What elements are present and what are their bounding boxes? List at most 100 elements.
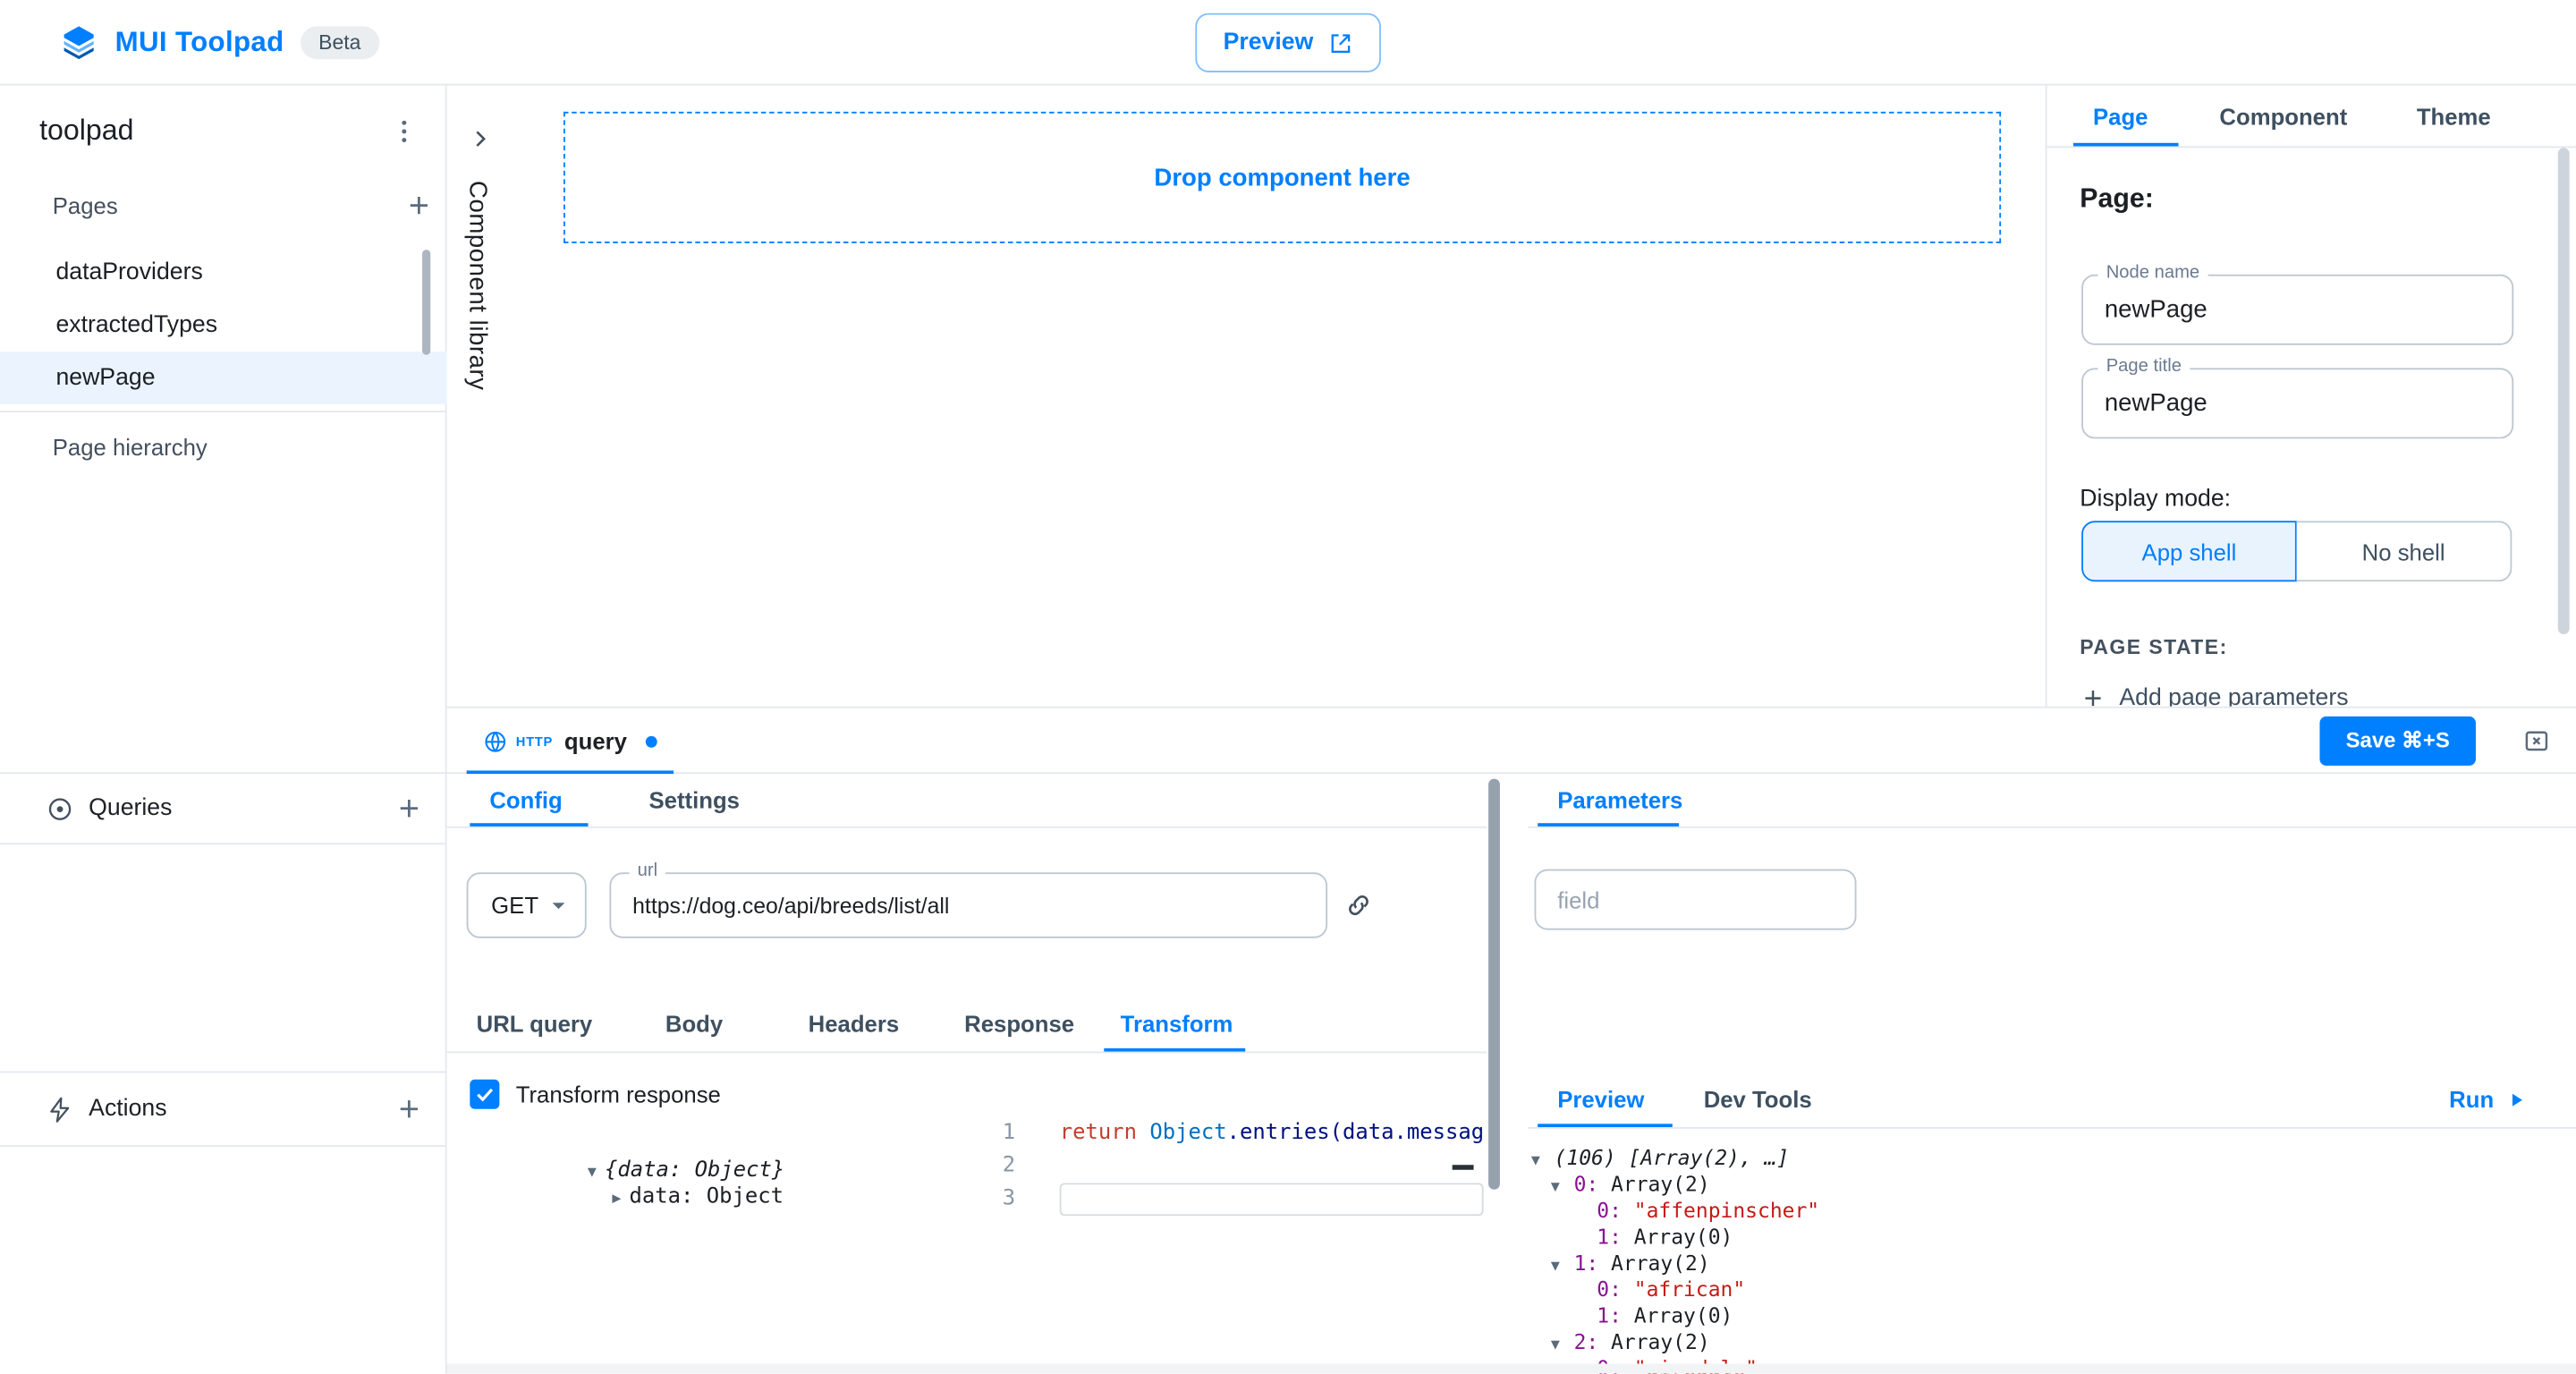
add-page-parameters-button[interactable]: Add page parameters: [2080, 685, 2348, 707]
brand: MUI Toolpad Beta: [59, 0, 379, 86]
console-value: Array(2): [1611, 1172, 1710, 1197]
console-line: 1: Array(0): [1528, 1303, 2576, 1329]
tab-headers[interactable]: Headers: [809, 996, 900, 1051]
sidebar-page-extractedtypes[interactable]: extractedTypes: [0, 299, 447, 352]
add-action-button[interactable]: [394, 1094, 424, 1124]
code-row[interactable]: 2: [972, 1150, 1483, 1183]
sidebar-page-dataproviders[interactable]: dataProviders: [0, 247, 447, 300]
editor-current-line-box: [1060, 1183, 1484, 1216]
sidebar-page-newpage[interactable]: newPage: [0, 352, 447, 404]
http-query-icon: [483, 729, 508, 754]
expander-down-icon[interactable]: ▼: [1551, 1333, 1574, 1359]
inspector-tabs: Page Component Theme: [2047, 86, 2576, 148]
save-button[interactable]: Save ⌘+S: [2319, 717, 2475, 766]
toggle-no-shell[interactable]: No shell: [2297, 521, 2512, 581]
code-token: .entries(data.messag: [1227, 1121, 1484, 1146]
drop-zone[interactable]: Drop component here: [564, 112, 2001, 243]
unsaved-indicator-dot: [645, 735, 657, 747]
console-key: 2:: [1574, 1329, 1611, 1354]
close-panel-icon[interactable]: [2521, 726, 2551, 756]
active-tab-indicator: [1538, 823, 1679, 827]
add-page-parameters-label: Add page parameters: [2119, 685, 2348, 707]
console-value: Array(0): [1634, 1224, 1733, 1249]
active-tab-indicator: [1538, 1124, 1673, 1127]
run-button[interactable]: Run: [2449, 1070, 2527, 1129]
tab-dev-tools[interactable]: Dev Tools: [1704, 1070, 1812, 1127]
url-input[interactable]: [609, 872, 1327, 937]
http-method-value: GET: [491, 892, 538, 918]
http-method-select[interactable]: GET: [467, 872, 587, 937]
add-query-button[interactable]: [394, 793, 424, 823]
horizontal-scrollbar[interactable]: [447, 1363, 2576, 1373]
display-mode-toggle: App shell No shell: [2081, 521, 2512, 581]
link-icon[interactable]: [1343, 891, 1373, 920]
inspector-panel: Page Component Theme Page: Node name Pag…: [2046, 86, 2576, 707]
node-name-input[interactable]: [2081, 275, 2513, 345]
page-title-label: Page title: [2098, 357, 2190, 378]
tab-parameters[interactable]: Parameters: [1557, 774, 1682, 827]
actions-icon: [46, 1095, 73, 1123]
expander-right-icon[interactable]: ▶: [612, 1192, 621, 1208]
expander-down-icon[interactable]: ▼: [1551, 1253, 1574, 1279]
workspace-menu-icon[interactable]: [389, 116, 419, 146]
inspector-scrollbar[interactable]: [2558, 148, 2570, 634]
console-value: "affenpinscher": [1634, 1198, 1819, 1223]
transform-response-checkbox[interactable]: [470, 1080, 499, 1109]
query-editor-panel: HTTP query Save ⌘+S Config Settings GET: [447, 707, 2576, 1374]
parameter-field: [1535, 869, 1857, 930]
active-tab-indicator: [2073, 143, 2179, 147]
line-number: 2: [972, 1150, 1015, 1183]
console-line: 0: "affenpinscher": [1528, 1198, 2576, 1224]
add-page-button[interactable]: [404, 191, 434, 220]
console-key: 1:: [1597, 1303, 1633, 1328]
console-key: 1:: [1597, 1224, 1633, 1249]
url-label: url: [629, 861, 665, 882]
transform-response-row: Transform response: [470, 1080, 721, 1109]
editor-scrollbar[interactable]: [1488, 779, 1500, 1190]
queries-section: Queries: [0, 772, 447, 844]
display-mode-label: Display mode:: [2080, 487, 2231, 513]
http-badge: HTTP: [516, 734, 553, 749]
query-tab[interactable]: HTTP query: [467, 708, 674, 774]
console-key: 0:: [1574, 1172, 1611, 1197]
tab-theme[interactable]: Theme: [2417, 86, 2491, 147]
console-line: ▼0: Array(2): [1528, 1172, 2576, 1198]
tab-response[interactable]: Response: [964, 996, 1074, 1051]
node-name-label: Node name: [2098, 263, 2208, 284]
tab-settings[interactable]: Settings: [649, 774, 740, 827]
tab-body[interactable]: Body: [665, 996, 723, 1051]
pages-section-label: Pages: [53, 192, 118, 218]
workspace-name: toolpad: [39, 114, 133, 148]
inspector-heading: Page:: [2080, 184, 2154, 216]
app-header: MUI Toolpad Beta Preview ?: [0, 0, 2576, 86]
expander-down-icon[interactable]: ▼: [1551, 1175, 1574, 1200]
parameter-field-input[interactable]: [1535, 869, 1857, 930]
code-row[interactable]: 1 return Object.entries(data.messag: [972, 1117, 1483, 1150]
actions-label: Actions: [89, 1096, 166, 1122]
tab-url-query[interactable]: URL query: [477, 996, 593, 1051]
page-hierarchy-label: Page hierarchy: [53, 434, 208, 460]
page-title-input[interactable]: [2081, 368, 2513, 438]
left-sidebar: toolpad Pages dataProviders extractedTyp…: [0, 86, 447, 1374]
tab-config[interactable]: Config: [489, 774, 562, 827]
console-key: 0:: [1597, 1198, 1633, 1223]
queries-label: Queries: [89, 795, 172, 821]
tab-page[interactable]: Page: [2093, 86, 2148, 147]
pages-scrollbar[interactable]: [422, 250, 430, 355]
toggle-app-shell[interactable]: App shell: [2081, 521, 2297, 581]
console-line: 1: Array(0): [1528, 1224, 2576, 1250]
tab-transform[interactable]: Transform: [1121, 996, 1233, 1051]
url-field: url: [609, 872, 1327, 937]
app-title: MUI Toolpad: [115, 26, 284, 59]
console-line: ▼2: Array(2): [1528, 1329, 2576, 1355]
tab-component[interactable]: Component: [2219, 86, 2347, 147]
data-tree-child: ▶data: Object: [509, 1158, 784, 1184]
page-state-label: PAGE STATE:: [2080, 636, 2227, 659]
page-item-label: newPage: [55, 365, 155, 391]
console-key: 0:: [1597, 1276, 1633, 1302]
component-library-strip[interactable]: Component library: [447, 86, 513, 707]
tab-preview[interactable]: Preview: [1557, 1070, 1644, 1127]
preview-button[interactable]: Preview: [1195, 13, 1380, 72]
chevron-right-icon[interactable]: [467, 125, 495, 153]
console-line: 0: "african": [1528, 1276, 2576, 1302]
